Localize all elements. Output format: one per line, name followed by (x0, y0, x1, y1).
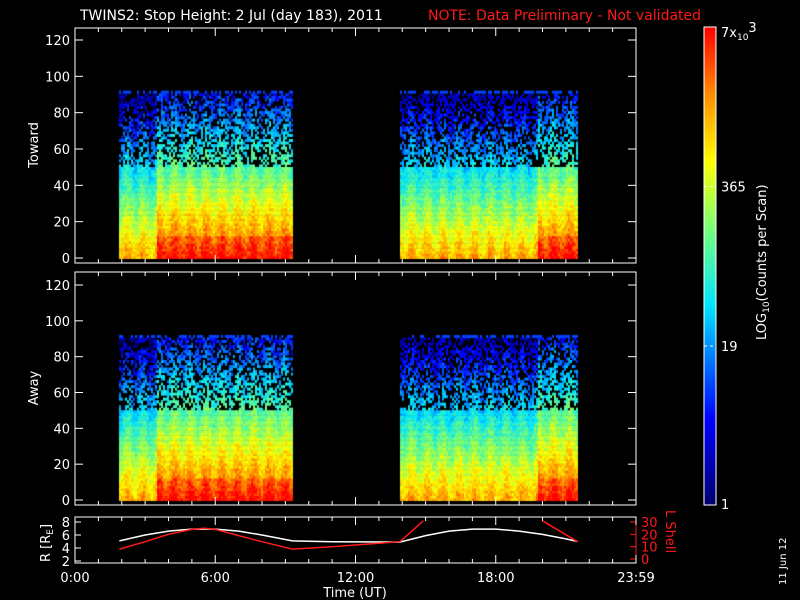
title-main: TWINS2: Stop Height: 2 Jul (day 183), 20… (79, 8, 383, 24)
xtick-label: 23:59 (617, 571, 654, 586)
ytick-label: 80 (53, 107, 70, 122)
cb-label-sub: 10 (762, 301, 772, 313)
ytick-label: 100 (45, 70, 70, 85)
xtick-label: 12:00 (337, 571, 374, 586)
date-stamp: 11 Jun 12 (778, 538, 789, 585)
colorbar-tick-label: 19 (721, 340, 738, 355)
xtick-label: 18:00 (477, 571, 514, 586)
panel2-ylabel: Away (27, 370, 42, 405)
cb-label-end: (Counts per Scan) (755, 184, 770, 301)
ytick-label: 60 (53, 387, 70, 402)
colorbar-tick-label: 7x103 (721, 21, 757, 43)
ytick-label: 40 (53, 422, 70, 437)
panel2-frame (74, 271, 637, 506)
r-label: R [R (39, 535, 54, 562)
ytick-left-label: 2 (62, 555, 70, 570)
ytick-label: 60 (53, 143, 70, 158)
twins-spectrogram-figure: TWINS2: Stop Height: 2 Jul (day 183), 20… (0, 0, 800, 600)
ytick-label: 0 (62, 252, 70, 267)
xaxis-label: Time (UT) (322, 586, 387, 600)
tick-sup: 3 (748, 21, 756, 36)
ytick-left-label: 6 (62, 529, 70, 544)
ytick-label: 20 (53, 216, 70, 231)
ytick-label: 40 (53, 179, 70, 194)
cb-label-log: LOG (755, 313, 770, 340)
ytick-left-label: 8 (62, 516, 70, 531)
xtick-label: 0:00 (60, 571, 89, 586)
ytick-label: 20 (53, 458, 70, 473)
tick-sub: 10 (737, 33, 749, 43)
ytick-left-label: 4 (62, 542, 70, 557)
orbit-right-ylabel: L Shell (662, 510, 677, 553)
colorbar-frame (703, 26, 717, 506)
plot-overlay: TWINS2: Stop Height: 2 Jul (day 183), 20… (27, 8, 789, 600)
panel1-ylabel: Toward (27, 122, 42, 169)
colorbar-tick-label: 365 (721, 180, 746, 195)
xtick-label: 6:00 (201, 571, 230, 586)
ytick-label: 80 (53, 351, 70, 366)
ytick-label: 100 (45, 315, 70, 330)
r-label-end: ] (39, 524, 54, 529)
panel1-frame (74, 27, 637, 264)
colorbar-label: LOG10(Counts per Scan) (755, 184, 772, 340)
orbit-left-ylabel: R [RE] (39, 524, 56, 562)
title-note: NOTE: Data Preliminary - Not validated (428, 8, 701, 24)
ytick-label: 0 (62, 494, 70, 509)
series-r (119, 528, 578, 543)
ytick-label: 120 (45, 34, 70, 49)
ytick-right-label: 30 (641, 516, 658, 531)
series-l-shell (119, 520, 578, 550)
colorbar-tick-label: 1 (721, 498, 729, 513)
ytick-label: 120 (45, 279, 70, 294)
